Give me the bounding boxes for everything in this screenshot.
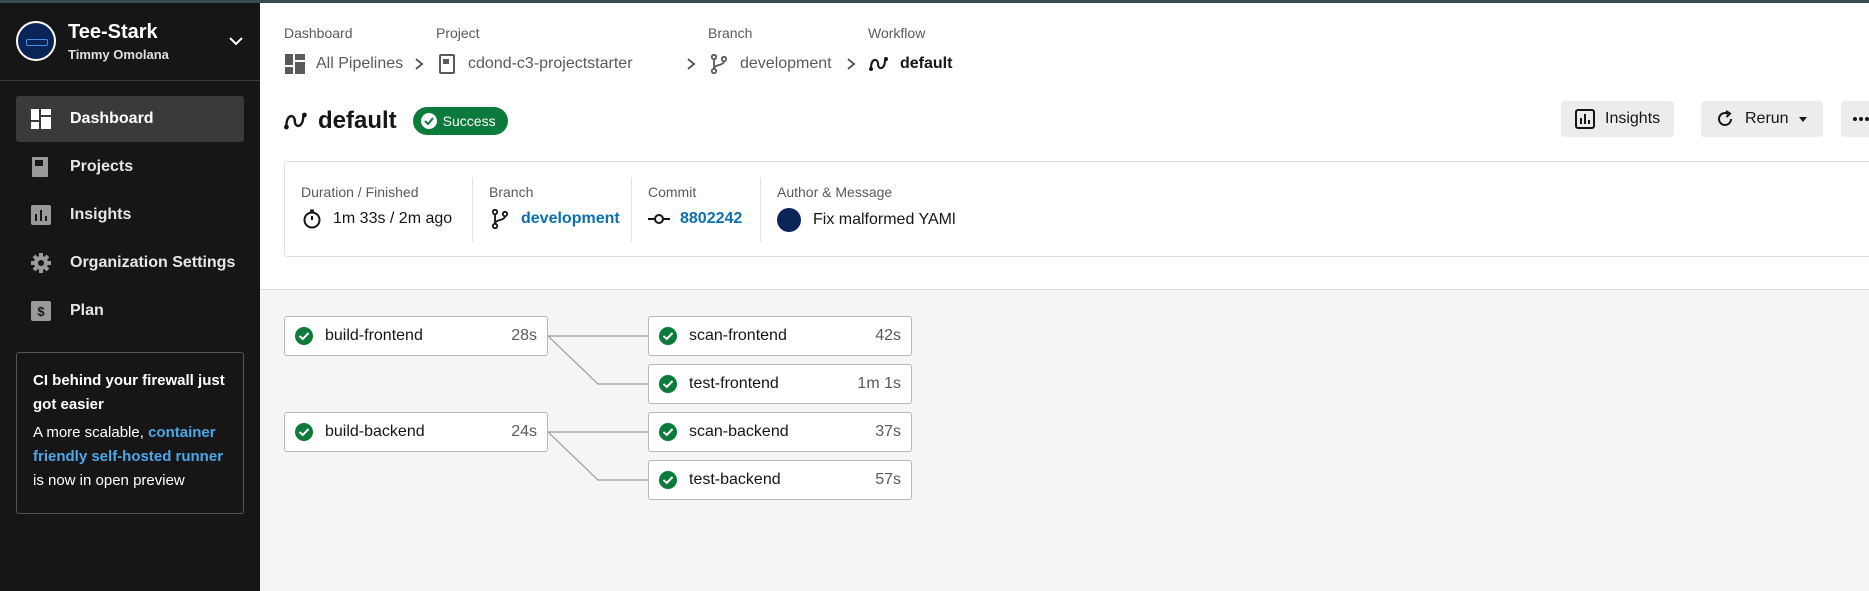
check-circle-icon	[659, 375, 677, 393]
job-duration: 1m 1s	[857, 375, 901, 392]
job-duration: 42s	[875, 327, 901, 344]
job-name: test-frontend	[689, 375, 779, 392]
job-duration: 24s	[511, 423, 537, 440]
job-build-backend[interactable]: build-backend 24s	[284, 412, 548, 452]
job-name: scan-backend	[689, 423, 789, 440]
check-circle-icon	[659, 327, 677, 345]
check-circle-icon	[659, 471, 677, 489]
job-duration: 37s	[875, 423, 901, 440]
job-scan-backend[interactable]: scan-backend 37s	[648, 412, 912, 452]
job-duration: 28s	[511, 327, 537, 344]
job-test-backend[interactable]: test-backend 57s	[648, 460, 912, 500]
job-name: build-backend	[325, 423, 425, 440]
job-connectors	[547, 335, 648, 481]
job-duration: 57s	[875, 471, 901, 488]
check-circle-icon	[295, 423, 313, 441]
job-test-frontend[interactable]: test-frontend 1m 1s	[648, 364, 912, 404]
check-circle-icon	[659, 423, 677, 441]
job-name: scan-frontend	[689, 327, 787, 344]
check-circle-icon	[295, 327, 313, 345]
job-name: test-backend	[689, 471, 781, 488]
job-build-frontend[interactable]: build-frontend 28s	[284, 316, 548, 356]
job-scan-frontend[interactable]: scan-frontend 42s	[648, 316, 912, 356]
job-name: build-frontend	[325, 327, 423, 344]
